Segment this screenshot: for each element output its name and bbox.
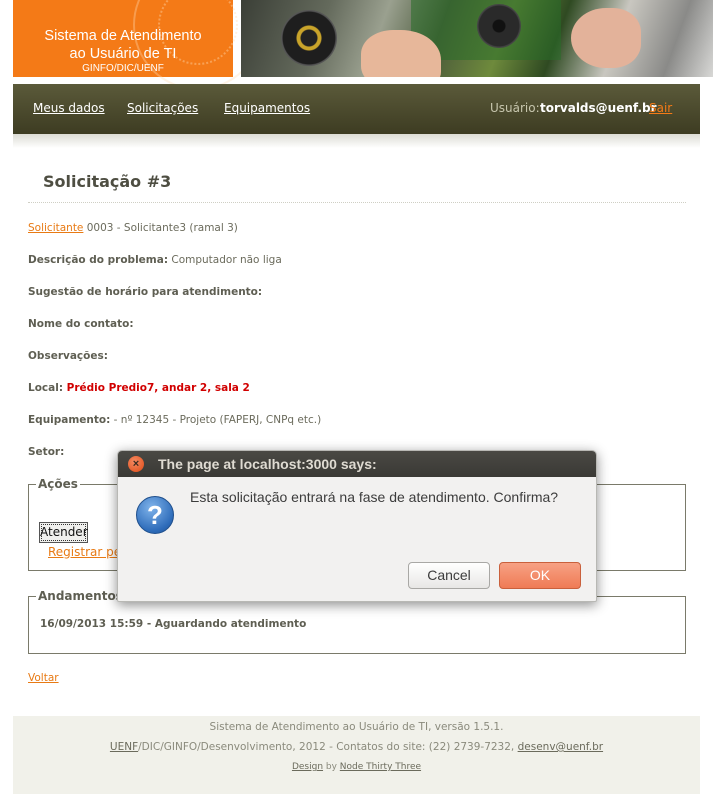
- title-divider: [28, 202, 686, 203]
- observacoes-label: Observações:: [28, 350, 108, 362]
- setor-label: Setor:: [28, 446, 65, 458]
- voltar-link[interactable]: Voltar: [28, 672, 59, 684]
- atender-button[interactable]: Atender: [39, 522, 88, 543]
- footer-version: Sistema de Atendimento ao Usuário de TI,…: [209, 721, 504, 733]
- descricao-label: Descrição do problema:: [28, 254, 169, 266]
- equipamento-value: - nº 12345 - Projeto (FAPERJ, CNPq etc.): [110, 414, 322, 426]
- site-brand: Sistema de Atendimento ao Usuário de TI …: [13, 0, 263, 90]
- descricao-value: Computador não liga: [168, 254, 282, 266]
- andamento-item: 16/09/2013 15:59 - Aguardando atendiment…: [40, 618, 307, 630]
- photo-hand-right: [571, 8, 641, 68]
- footer-contacts: UENF/DIC/GINFO/Desenvolvimento, 2012 - C…: [13, 741, 700, 753]
- equipamento-label: Equipamento:: [28, 414, 111, 426]
- dialog-titlebar: × The page at localhost:3000 says:: [118, 451, 596, 477]
- footer: Sistema de Atendimento ao Usuário de TI,…: [13, 716, 700, 794]
- field-setor: Setor:: [28, 446, 64, 458]
- field-local: Local: Prédio Predio7, andar 2, sala 2: [28, 382, 250, 394]
- node-thirty-three-link[interactable]: Node Thirty Three: [340, 762, 421, 772]
- ok-button[interactable]: OK: [499, 562, 581, 589]
- main-nav: Meus dados Solicitações Equipamentos Usu…: [13, 84, 700, 134]
- user-email: torvalds@uenf.br: [540, 101, 657, 115]
- acoes-legend: Ações: [36, 477, 80, 491]
- footer-contacts-text: /DIC/GINFO/Desenvolvimento, 2012 - Conta…: [138, 741, 518, 753]
- question-icon: ?: [136, 496, 174, 534]
- brand-subtitle: GINFO/DIC/UENF: [82, 63, 164, 74]
- logout-link[interactable]: Sair: [649, 101, 672, 115]
- field-equipamento: Equipamento: - nº 12345 - Projeto (FAPER…: [28, 414, 321, 426]
- footer-by: by: [323, 762, 340, 772]
- local-label: Local:: [28, 382, 64, 394]
- field-solicitante: Solicitante 0003 - Solicitante3 (ramal 3…: [28, 222, 238, 234]
- brand-title-line2: ao Usuário de TI: [69, 46, 177, 62]
- dialog-message: Esta solicitação entrará na fase de aten…: [190, 489, 559, 505]
- local-value: Prédio Predio7, andar 2, sala 2: [63, 382, 250, 394]
- confirm-dialog: × The page at localhost:3000 says: ? Est…: [117, 450, 597, 602]
- registrar-link[interactable]: Registrar pe: [48, 545, 121, 559]
- field-contato: Nome do contato:: [28, 318, 134, 330]
- dialog-title: The page at localhost:3000 says:: [158, 456, 377, 472]
- field-descricao: Descrição do problema: Computador não li…: [28, 254, 282, 266]
- page-title: Solicitação #3: [43, 172, 172, 191]
- field-sugestao: Sugestão de horário para atendimento:: [28, 286, 262, 298]
- solicitante-value: 0003 - Solicitante3 (ramal 3): [83, 222, 238, 234]
- sugestao-label: Sugestão de horário para atendimento:: [28, 286, 263, 298]
- andamentos-legend: Andamentos: [36, 589, 125, 603]
- nav-meus-dados[interactable]: Meus dados: [33, 101, 105, 115]
- field-observacoes: Observações:: [28, 350, 108, 362]
- brand-title-line1: Sistema de Atendimento: [44, 28, 202, 44]
- photo-fan: [281, 10, 337, 66]
- close-icon[interactable]: ×: [128, 456, 144, 472]
- header-photo: [241, 0, 713, 77]
- solicitante-link[interactable]: Solicitante: [28, 222, 83, 234]
- cancel-button[interactable]: Cancel: [408, 562, 490, 589]
- photo-fan-small: [477, 4, 521, 48]
- nav-solicitacoes[interactable]: Solicitações: [127, 101, 198, 115]
- email-link[interactable]: desenv@uenf.br: [518, 741, 603, 753]
- user-label: Usuário:: [490, 101, 540, 115]
- design-link[interactable]: Design: [292, 762, 323, 772]
- nav-equipamentos[interactable]: Equipamentos: [224, 101, 310, 115]
- footer-credits: Design by Node Thirty Three: [13, 762, 700, 772]
- nav-shadow: [13, 134, 700, 148]
- contato-label: Nome do contato:: [28, 318, 134, 330]
- uenf-link[interactable]: UENF: [110, 741, 138, 753]
